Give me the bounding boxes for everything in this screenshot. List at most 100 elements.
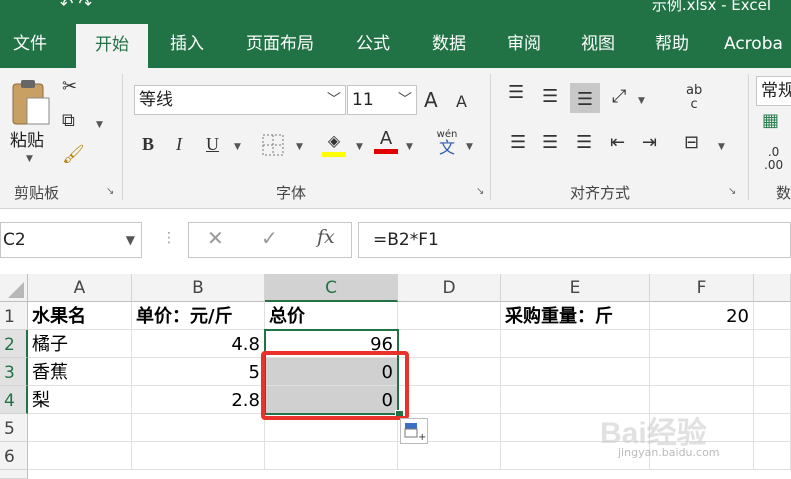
cell-a6[interactable] (28, 442, 132, 470)
format-painter-button[interactable]: 🖌 (62, 146, 85, 164)
cell-c6[interactable] (265, 442, 398, 470)
merge-center-button[interactable]: ⊟ (684, 134, 699, 152)
copy-dropdown-icon[interactable]: ▼ (96, 120, 103, 130)
phonetic-button[interactable]: wén 文 (434, 130, 460, 156)
cancel-icon[interactable]: ✕ (207, 226, 224, 250)
accounting-format-button[interactable]: ▦ (762, 112, 779, 130)
align-middle-button[interactable]: ☰ (542, 88, 558, 106)
cell-d6[interactable] (398, 442, 501, 470)
cell-d2[interactable] (398, 330, 501, 358)
align-center-button[interactable]: ☰ (542, 134, 558, 152)
tab-review[interactable]: 审阅 (497, 22, 551, 68)
cell-d4[interactable] (398, 386, 501, 414)
tab-help[interactable]: 帮助 (645, 22, 699, 68)
quick-access-toolbar[interactable]: ↶ ↷ (60, 0, 92, 13)
enter-icon[interactable]: ✓ (261, 226, 278, 250)
insert-function-icon[interactable]: fx (317, 226, 335, 248)
cell-d3[interactable] (398, 358, 501, 386)
column-header-g[interactable] (754, 274, 791, 302)
fill-color-button[interactable]: ◈ (322, 132, 346, 157)
cell-g3[interactable] (754, 358, 791, 386)
clipboard-launcher-icon[interactable]: ↘ (106, 186, 114, 197)
font-size-combo[interactable]: 11 ﹀ (347, 85, 417, 115)
cell-g1[interactable] (754, 302, 791, 330)
cell-e3[interactable] (501, 358, 650, 386)
shrink-font-button[interactable]: A (456, 94, 467, 110)
cell-c5[interactable] (265, 414, 398, 442)
tab-page-layout[interactable]: 页面布局 (238, 22, 322, 68)
borders-dropdown-icon[interactable]: ▼ (296, 142, 303, 152)
cell-f2[interactable] (650, 330, 754, 358)
wrap-text-button[interactable]: ab c (686, 83, 702, 113)
cell-g2[interactable] (754, 330, 791, 358)
row-header-6[interactable]: 6 (0, 442, 28, 470)
select-all-corner[interactable] (0, 274, 28, 302)
cell-b5[interactable] (132, 414, 265, 442)
cell-c1[interactable]: 总价 (265, 302, 398, 330)
orientation-button[interactable]: ⤢ (612, 88, 626, 106)
cell-c2[interactable]: 96 (265, 330, 398, 358)
bold-button[interactable]: B (142, 135, 154, 153)
cell-a3[interactable]: 香蕉 (28, 358, 132, 386)
align-left-button[interactable]: ☰ (510, 134, 526, 152)
tab-acrobat[interactable]: Acroba (724, 22, 791, 68)
column-header-a[interactable]: A (28, 274, 132, 302)
column-header-b[interactable]: B (132, 274, 265, 302)
phonetic-dropdown-icon[interactable]: ▼ (466, 142, 473, 152)
font-launcher-icon[interactable]: ↘ (476, 186, 484, 197)
merge-dropdown-icon[interactable]: ▼ (718, 142, 725, 152)
orientation-dropdown-icon[interactable]: ▼ (638, 96, 645, 106)
tab-file[interactable]: 文件 (8, 22, 52, 68)
alignment-launcher-icon[interactable]: ↘ (728, 186, 736, 197)
cell-a1[interactable]: 水果名 (28, 302, 132, 330)
fill-color-dropdown-icon[interactable]: ▼ (356, 142, 363, 152)
cell-e2[interactable] (501, 330, 650, 358)
paste-dropdown-icon[interactable]: ▼ (26, 154, 33, 164)
underline-button[interactable]: U (206, 135, 219, 153)
grow-font-button[interactable]: A (424, 90, 438, 110)
row-header-3[interactable]: 3 (0, 358, 28, 386)
font-name-combo[interactable]: 等线 ﹀ (134, 85, 346, 115)
cell-g6[interactable] (754, 442, 791, 470)
tab-home[interactable]: 开始 (76, 24, 148, 68)
row-header-5[interactable]: 5 (0, 414, 28, 442)
paste-button[interactable] (8, 78, 52, 128)
align-right-button[interactable]: ☰ (576, 134, 592, 152)
tab-data[interactable]: 数据 (422, 22, 476, 68)
name-box[interactable]: C2 ▼ (0, 222, 142, 258)
borders-button[interactable] (262, 134, 284, 160)
cell-b6[interactable] (132, 442, 265, 470)
row-header-4[interactable]: 4 (0, 386, 28, 414)
cell-f3[interactable] (650, 358, 754, 386)
cell-d1[interactable] (398, 302, 501, 330)
underline-dropdown-icon[interactable]: ▼ (234, 142, 241, 152)
cell-f1[interactable]: 20 (650, 302, 754, 330)
cell-b4[interactable]: 2.8 (132, 386, 265, 414)
cell-a4[interactable]: 梨 (28, 386, 132, 414)
row-header-1[interactable]: 1 (0, 302, 28, 330)
cell-g5[interactable] (754, 414, 791, 442)
italic-button[interactable]: I (176, 135, 182, 153)
cell-g4[interactable] (754, 386, 791, 414)
align-bottom-button[interactable]: ☰ (570, 83, 600, 113)
drag-handle-icon[interactable]: ⋮ (162, 230, 176, 246)
tab-formulas[interactable]: 公式 (346, 22, 400, 68)
copy-button[interactable]: ⧉ (62, 112, 75, 130)
tab-insert[interactable]: 插入 (160, 22, 214, 68)
cell-b2[interactable]: 4.8 (132, 330, 265, 358)
formula-input[interactable]: =B2*F1 (358, 222, 791, 258)
cell-c4[interactable]: 0 (265, 386, 398, 414)
increase-decimal-button[interactable]: .0 .00 (764, 145, 783, 172)
font-color-button[interactable]: A (374, 130, 398, 154)
increase-indent-button[interactable]: ⇥ (642, 134, 657, 152)
column-header-d[interactable]: D (398, 274, 501, 302)
cell-a5[interactable] (28, 414, 132, 442)
cell-b3[interactable]: 5 (132, 358, 265, 386)
font-color-dropdown-icon[interactable]: ▼ (406, 142, 413, 152)
column-header-f[interactable]: F (650, 274, 754, 302)
cell-b1[interactable]: 单价：元/斤 (132, 302, 265, 330)
tab-view[interactable]: 视图 (571, 22, 625, 68)
cell-c3[interactable]: 0 (265, 358, 398, 386)
cell-e1[interactable]: 采购重量：斤 (501, 302, 650, 330)
decrease-indent-button[interactable]: ⇤ (610, 134, 625, 152)
